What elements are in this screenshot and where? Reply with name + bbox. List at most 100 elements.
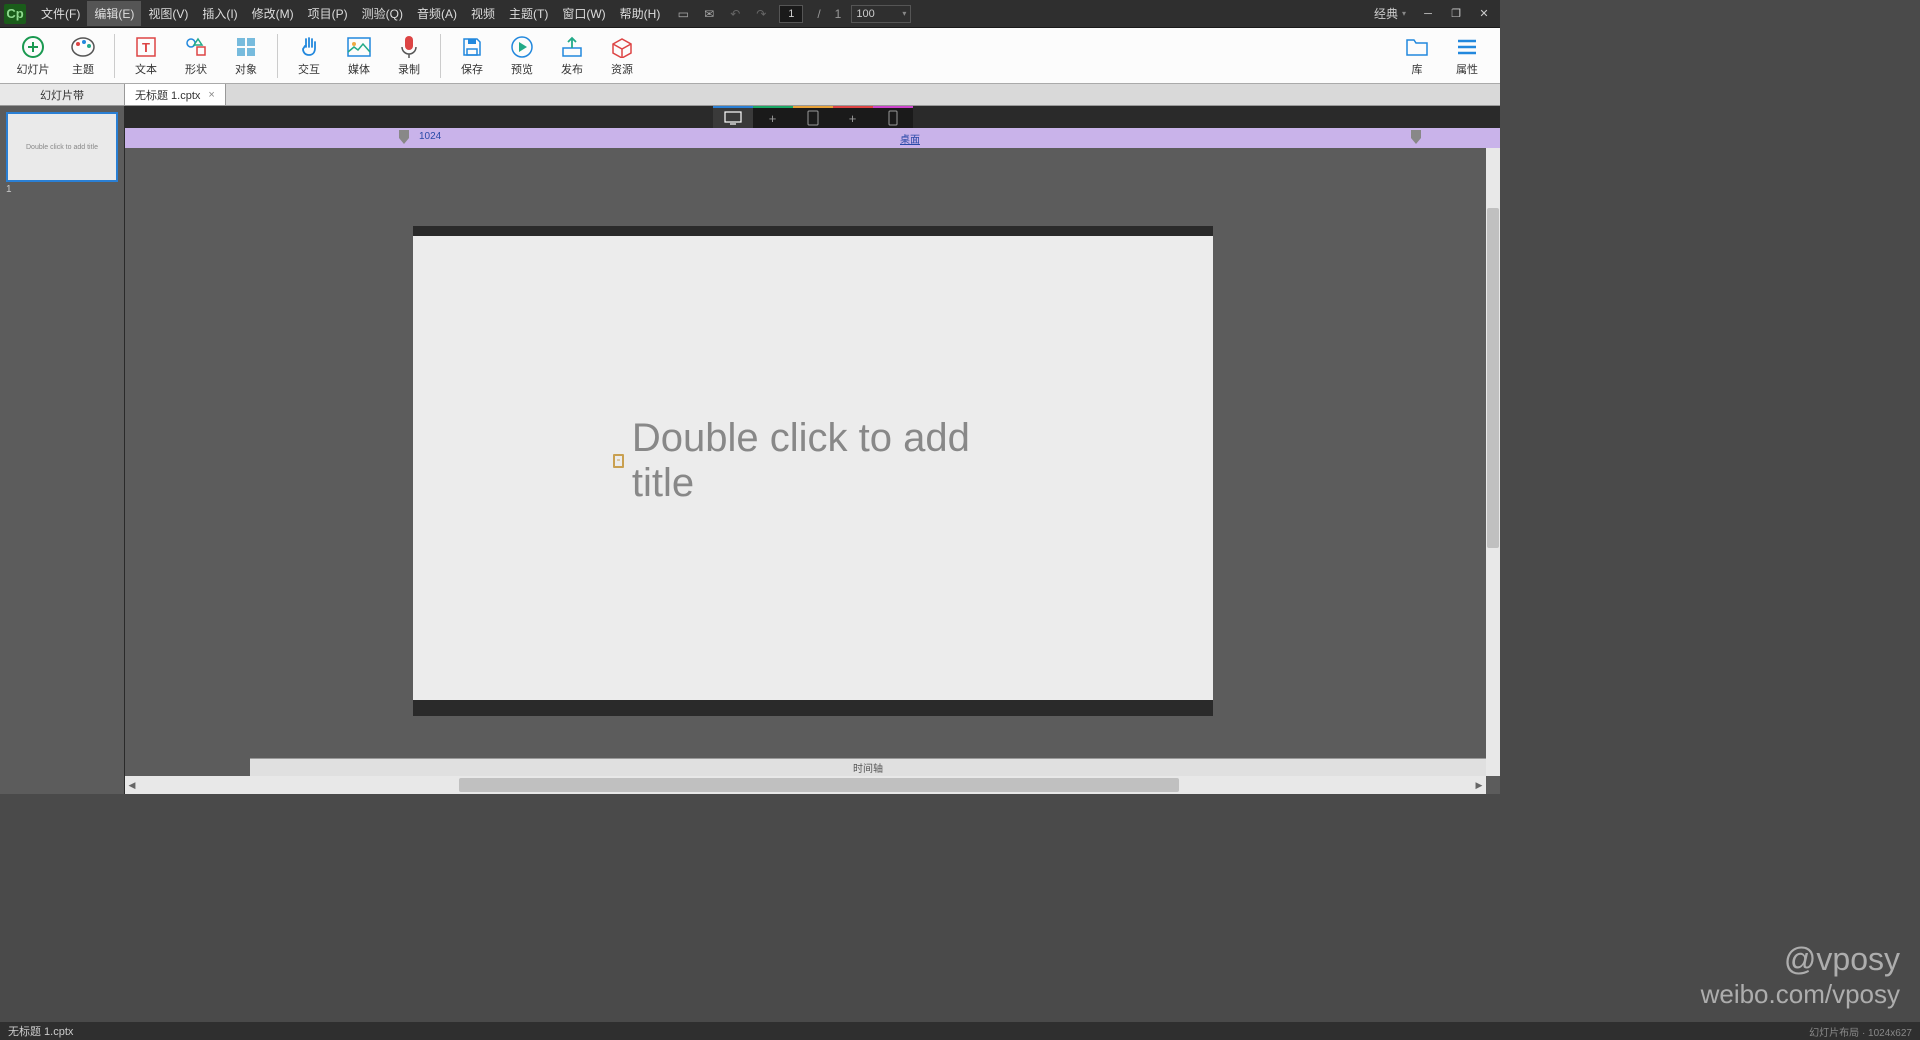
menu-theme[interactable]: 主题(T) bbox=[502, 1, 555, 26]
chevron-down-icon: ▾ bbox=[1402, 9, 1406, 18]
menu-window[interactable]: 窗口(W) bbox=[555, 1, 612, 26]
horizontal-scrollbar[interactable]: ◀ ▶ bbox=[125, 776, 1486, 794]
mic-icon bbox=[395, 35, 423, 59]
slide-number: 1 bbox=[6, 184, 118, 195]
menu-file[interactable]: 文件(F) bbox=[34, 1, 87, 26]
document-tab[interactable]: 无标题 1.cptx× bbox=[125, 84, 226, 105]
chevron-down-icon: ▾ bbox=[902, 9, 906, 18]
canvas-area: + + 1024 桌面 Double click to add title bbox=[125, 106, 1500, 794]
device-add-2[interactable]: + bbox=[833, 106, 873, 128]
status-filename: 无标题 1.cptx bbox=[8, 1023, 73, 1039]
tabs-row: 幻灯片带 无标题 1.cptx× bbox=[0, 84, 1500, 106]
plus-icon: + bbox=[769, 111, 777, 126]
breakpoint-ruler[interactable]: 1024 桌面 bbox=[125, 128, 1500, 148]
scrollbar-thumb[interactable] bbox=[1487, 208, 1499, 548]
ruler-handle-left[interactable] bbox=[399, 130, 409, 144]
tool-interact[interactable]: 交互 bbox=[284, 35, 334, 77]
undo-icon[interactable]: ↶ bbox=[727, 7, 743, 21]
watermark: @vposy weibo.com/vposy bbox=[1701, 940, 1900, 1010]
page-current-input[interactable]: 1 bbox=[779, 5, 803, 23]
menu-view[interactable]: 视图(V) bbox=[141, 1, 195, 26]
close-icon[interactable]: × bbox=[208, 89, 214, 101]
tool-theme[interactable]: 主题 bbox=[58, 35, 108, 77]
menu-insert[interactable]: 插入(I) bbox=[195, 1, 244, 26]
zoom-select[interactable]: 100▾ bbox=[851, 5, 911, 23]
menu-project[interactable]: 项目(P) bbox=[301, 1, 355, 26]
ruler-width-value: 1024 bbox=[419, 131, 441, 142]
filmstrip-sidebar: Double click to add title 1 bbox=[0, 106, 125, 794]
status-bar: 无标题 1.cptx 幻灯片布局 · 1024x627 bbox=[0, 1022, 1920, 1040]
maximize-button[interactable]: ❐ bbox=[1444, 4, 1468, 24]
device-add-1[interactable]: + bbox=[753, 106, 793, 128]
minimize-button[interactable]: ─ bbox=[1416, 4, 1440, 24]
close-button[interactable]: ✕ bbox=[1472, 4, 1496, 24]
menu-icon bbox=[1453, 35, 1481, 59]
ruler-handle-right[interactable] bbox=[1411, 130, 1421, 144]
canvas-viewport: Double click to add title bbox=[125, 148, 1500, 794]
toolbar-separator bbox=[440, 34, 441, 78]
save-icon bbox=[458, 35, 486, 59]
plus-circle-icon bbox=[19, 35, 47, 59]
filmstrip-panel-tab[interactable]: 幻灯片带 bbox=[0, 84, 125, 105]
device-bar: + + bbox=[125, 106, 1500, 128]
device-desktop[interactable] bbox=[713, 106, 753, 128]
desktop-icon bbox=[724, 111, 742, 125]
menu-edit[interactable]: 编辑(E) bbox=[87, 1, 141, 26]
tool-preview[interactable]: 预览 bbox=[497, 35, 547, 77]
menu-modify[interactable]: 修改(M) bbox=[245, 1, 301, 26]
status-layout-info: 幻灯片布局 · 1024x627 bbox=[1809, 1024, 1912, 1039]
tool-properties[interactable]: 属性 bbox=[1442, 35, 1492, 77]
menu-video[interactable]: 视频 bbox=[464, 1, 502, 26]
toolbar-separator bbox=[277, 34, 278, 78]
tool-library[interactable]: 库 bbox=[1392, 35, 1442, 77]
device-tablet[interactable] bbox=[793, 106, 833, 128]
slide-footer-bar bbox=[413, 700, 1213, 716]
palette-icon bbox=[69, 35, 97, 59]
vertical-scrollbar[interactable] bbox=[1486, 148, 1500, 776]
title-placeholder[interactable]: Double click to add title bbox=[613, 416, 1013, 506]
plus-icon: + bbox=[849, 111, 857, 126]
page-separator: / bbox=[817, 7, 820, 21]
play-circle-icon bbox=[508, 35, 536, 59]
tool-slides[interactable]: 幻灯片 bbox=[8, 35, 58, 77]
menu-quiz[interactable]: 测验(Q) bbox=[355, 1, 410, 26]
page-total: 1 bbox=[835, 7, 842, 21]
slide-thumbnail[interactable]: Double click to add title bbox=[6, 112, 118, 182]
toolbar-separator bbox=[114, 34, 115, 78]
box-icon bbox=[608, 35, 636, 59]
tool-assets[interactable]: 资源 bbox=[597, 35, 647, 77]
tool-save[interactable]: 保存 bbox=[447, 35, 497, 77]
layout-icon[interactable]: ▭ bbox=[675, 7, 691, 21]
tool-text[interactable]: T文本 bbox=[121, 35, 171, 77]
toolbar: 幻灯片 主题 T文本 形状 对象 交互 媒体 录制 保存 预览 发布 资源 库 … bbox=[0, 28, 1500, 84]
mobile-icon bbox=[888, 110, 898, 126]
tool-objects[interactable]: 对象 bbox=[221, 35, 271, 77]
image-icon bbox=[345, 35, 373, 59]
grid-icon bbox=[232, 35, 260, 59]
scrollbar-thumb[interactable] bbox=[459, 778, 1179, 792]
tool-media[interactable]: 媒体 bbox=[334, 35, 384, 77]
redo-icon[interactable]: ↷ bbox=[753, 7, 769, 21]
main-area: Double click to add title 1 + + 1024 桌面 bbox=[0, 106, 1500, 794]
tool-shapes[interactable]: 形状 bbox=[171, 35, 221, 77]
slide-canvas[interactable]: Double click to add title bbox=[413, 226, 1213, 716]
device-mobile[interactable] bbox=[873, 106, 913, 128]
folder-icon bbox=[1403, 35, 1431, 59]
mail-icon[interactable]: ✉ bbox=[701, 7, 717, 21]
shapes-icon bbox=[182, 35, 210, 59]
scroll-right-icon[interactable]: ▶ bbox=[1472, 776, 1486, 794]
ruler-device-label[interactable]: 桌面 bbox=[900, 131, 920, 146]
workspace-selector[interactable]: 经典▾ bbox=[1368, 3, 1412, 24]
tool-record[interactable]: 录制 bbox=[384, 35, 434, 77]
tablet-icon bbox=[807, 110, 819, 126]
scroll-left-icon[interactable]: ◀ bbox=[125, 776, 139, 794]
timeline-panel-tab[interactable]: 时间轴 bbox=[250, 758, 1486, 776]
menubar: Cp 文件(F) 编辑(E) 视图(V) 插入(I) 修改(M) 项目(P) 测… bbox=[0, 0, 1500, 28]
upload-icon bbox=[558, 35, 586, 59]
menu-audio[interactable]: 音频(A) bbox=[410, 1, 464, 26]
slide-header-bar bbox=[413, 226, 1213, 236]
menu-help[interactable]: 帮助(H) bbox=[613, 1, 668, 26]
tool-publish[interactable]: 发布 bbox=[547, 35, 597, 77]
svg-text:T: T bbox=[142, 40, 150, 55]
app-logo: Cp bbox=[4, 4, 26, 24]
